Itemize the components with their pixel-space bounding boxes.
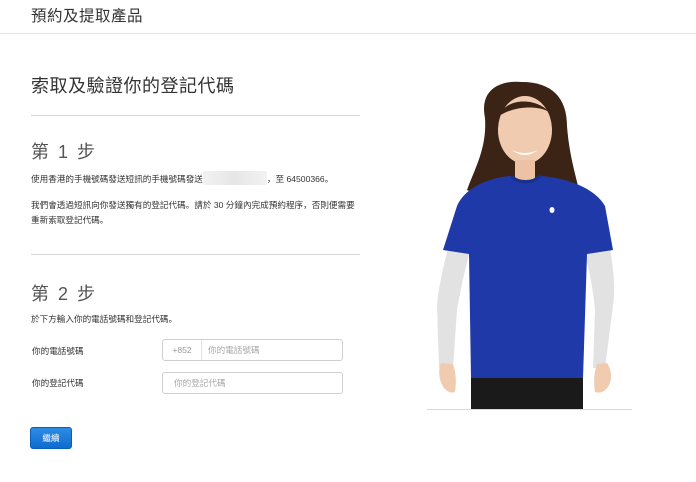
step-2-title: 第 2 步 <box>31 284 98 304</box>
phone-number-input[interactable]: +852 你的電話號碼 <box>162 339 343 361</box>
continue-button[interactable]: 繼續 <box>30 427 72 449</box>
page-header: 預約及提取產品 <box>0 0 696 34</box>
blue-tshirt <box>443 176 613 378</box>
step-1-note: 我們會透過短訊向你發送獨有的登記代碼。請於 30 分鐘內完成預約程序，否則便需要… <box>31 200 355 225</box>
registration-code-input[interactable]: 你的登記代碼 <box>162 372 343 394</box>
phone-number-label: 你的電話號碼 <box>32 346 84 356</box>
pants <box>471 378 583 410</box>
step-2-instruction: 於下方輸入你的電話號碼和登記代碼。 <box>31 314 178 324</box>
neck <box>515 160 535 182</box>
step-1-title: 第 1 步 <box>31 142 98 162</box>
registration-code-placeholder: 你的登記代碼 <box>174 378 226 388</box>
phone-number-placeholder: 你的電話號碼 <box>208 345 260 355</box>
apple-logo-icon <box>549 207 555 213</box>
staff-photo <box>437 81 615 410</box>
photo-baseline <box>427 409 632 410</box>
redacted-phone-number <box>202 171 267 185</box>
section-divider <box>31 115 360 116</box>
section-divider <box>31 254 360 255</box>
country-code-prefix: +852 <box>163 340 202 360</box>
step-1-instruction-text: 使用香港的手機號碼發送短訊的手機號碼發送 <box>31 174 203 184</box>
step-1-instruction: 使用香港的手機號碼發送短訊的手機號碼發送 ，至 64500366。 <box>31 171 366 187</box>
registration-code-label: 你的登記代碼 <box>32 378 84 388</box>
page-header-title: 預約及提取產品 <box>31 8 144 25</box>
left-hand <box>439 363 456 393</box>
page-title: 索取及驗證你的登記代碼 <box>31 76 235 96</box>
step-1-instruction-suffix: ，至 64500366。 <box>266 174 334 184</box>
right-hand <box>594 363 612 393</box>
